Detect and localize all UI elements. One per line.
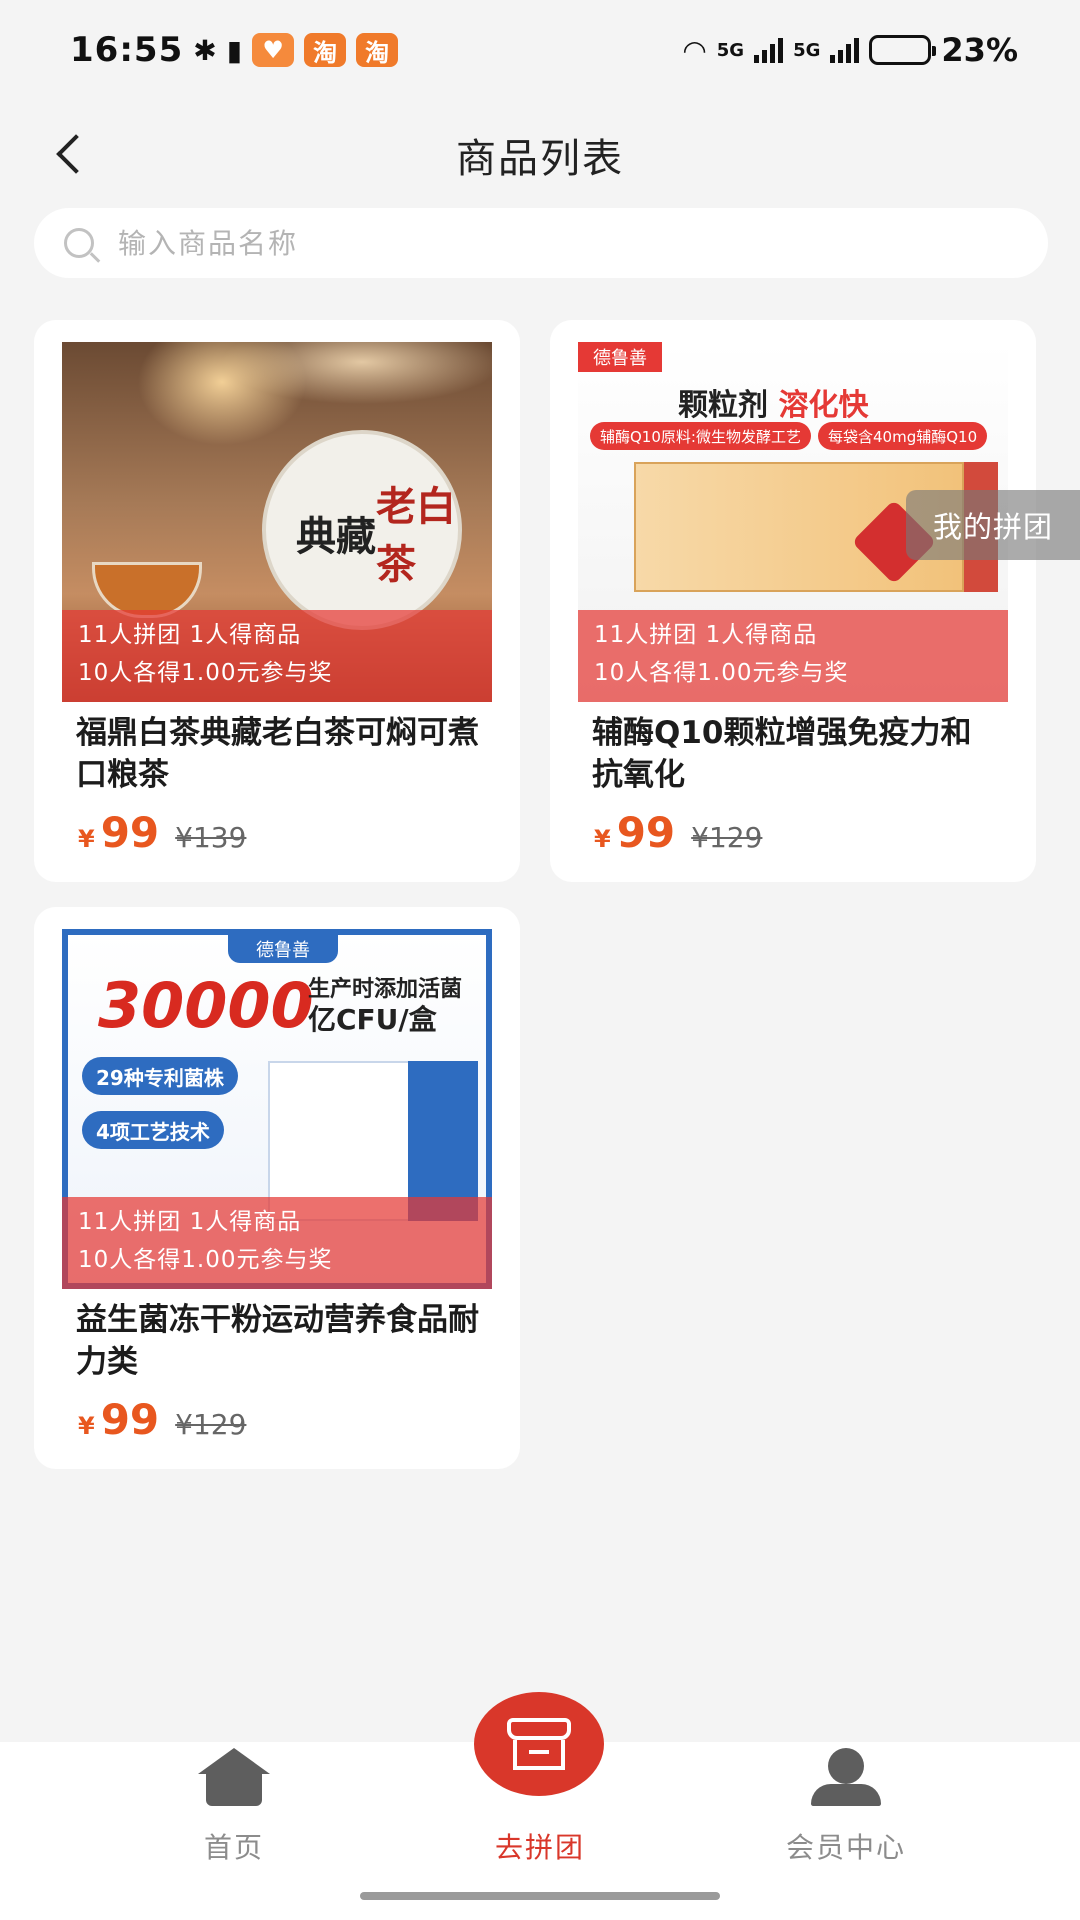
battery-percent: 23% — [941, 31, 1018, 69]
tab-member[interactable]: 会员中心 — [726, 1742, 966, 1892]
product-image: 典藏 老白茶 11人拼团 1人得商品 10人各得1.00元参与奖 — [62, 342, 492, 702]
home-indicator[interactable] — [360, 1892, 720, 1900]
search-bar[interactable] — [34, 208, 1048, 278]
price-row: ¥ 99 ¥129 — [62, 1395, 492, 1444]
art-pill: 辅酶Q10原料:微生物发酵工艺 — [590, 422, 811, 450]
price-row: ¥ 99 ¥129 — [578, 808, 1008, 857]
promo-line: 11人拼团 1人得商品 — [78, 1209, 302, 1235]
signal-icon — [754, 37, 784, 63]
store-icon — [507, 1718, 571, 1770]
battery-icon — [869, 35, 937, 65]
status-time: 16:55 — [70, 30, 184, 70]
chevron-left-icon — [56, 134, 96, 174]
art-text: 30000 — [98, 969, 314, 1042]
group-price: 99 — [100, 808, 160, 857]
vibrate-icon: ▮ — [226, 33, 243, 67]
group-fab-button[interactable] — [474, 1692, 604, 1796]
product-title: 福鼎白茶典藏老白茶可焖可煮口粮茶 — [76, 715, 479, 793]
art-text-block: 生产时添加活菌 亿CFU/盒 — [308, 975, 462, 1035]
notification-app-icon: ♥ — [252, 33, 295, 67]
art-text: 亿CFU/盒 — [308, 1003, 437, 1036]
user-icon — [811, 1748, 881, 1806]
product-card[interactable]: 典藏 老白茶 11人拼团 1人得商品 10人各得1.00元参与奖 福鼎白茶典藏老… — [34, 320, 520, 882]
taobao-icon-2: 淘 — [356, 33, 399, 67]
bluetooth-icon: ✱ — [193, 33, 217, 67]
search-input[interactable] — [118, 226, 978, 260]
promo-overlay: 11人拼团 1人得商品 10人各得1.00元参与奖 — [578, 610, 1008, 702]
tab-label: 去拼团 — [494, 1831, 585, 1864]
product-card[interactable]: 德鲁善 30000 生产时添加活菌 亿CFU/盒 29种专利菌株 4项工艺技术 … — [34, 907, 520, 1469]
tea-cake-image: 典藏 老白茶 — [262, 430, 462, 630]
original-price: ¥129 — [175, 1408, 247, 1441]
currency-symbol: ¥ — [78, 1412, 95, 1440]
promo-line: 10人各得1.00元参与奖 — [78, 660, 333, 686]
product-image: 德鲁善 30000 生产时添加活菌 亿CFU/盒 29种专利菌株 4项工艺技术 … — [62, 929, 492, 1289]
art-text: 颗粒剂 — [678, 388, 768, 423]
price-row: ¥ 99 ¥139 — [62, 808, 492, 857]
original-price: ¥129 — [691, 821, 763, 854]
page-title: 商品列表 — [456, 136, 624, 182]
product-card[interactable]: 德鲁善 颗粒剂 溶化快 辅酶Q10原料:微生物发酵工艺 每袋含40mg辅酶Q10… — [550, 320, 1036, 882]
brand-logo: 德鲁善 — [228, 935, 338, 963]
currency-symbol: ¥ — [78, 825, 95, 853]
nav-bar: 商品列表 — [0, 100, 1080, 210]
group-price: 99 — [100, 1395, 160, 1444]
art-text: 溶化快 — [778, 388, 869, 423]
group-price: 99 — [616, 808, 676, 857]
currency-symbol: ¥ — [594, 825, 611, 853]
promo-line: 11人拼团 1人得商品 — [78, 622, 302, 648]
promo-overlay: 11人拼团 1人得商品 10人各得1.00元参与奖 — [62, 1197, 492, 1289]
back-button[interactable] — [40, 124, 100, 184]
promo-overlay: 11人拼团 1人得商品 10人各得1.00元参与奖 — [62, 610, 492, 702]
promo-line: 10人各得1.00元参与奖 — [78, 1247, 333, 1273]
tab-label: 首页 — [203, 1831, 264, 1864]
status-bar: 16:55 ✱ ▮ ♥ 淘 淘 ◠ 5G 5G 23% — [0, 0, 1080, 100]
status-right: ◠ 5G 5G 23% — [682, 31, 1018, 69]
art-tag: 4项工艺技术 — [82, 1111, 224, 1149]
wifi-icon: ◠ — [682, 33, 707, 67]
home-icon — [198, 1748, 270, 1806]
art-tag: 29种专利菌株 — [82, 1057, 238, 1095]
network-label-1: 5G — [716, 39, 745, 61]
tab-label: 会员中心 — [785, 1831, 906, 1864]
my-group-button[interactable]: 我的拼团 — [906, 490, 1080, 560]
promo-line: 10人各得1.00元参与奖 — [594, 660, 849, 686]
search-icon — [64, 228, 94, 258]
art-pill: 每袋含40mg辅酶Q10 — [818, 422, 988, 450]
product-title: 辅酶Q10颗粒增强免疫力和抗氧化 — [592, 715, 972, 793]
tab-home[interactable]: 首页 — [114, 1742, 354, 1892]
art-text: 典藏 — [296, 514, 376, 560]
original-price: ¥139 — [175, 821, 247, 854]
art-headline: 颗粒剂 溶化快 — [678, 380, 868, 424]
status-left: 16:55 ✱ ▮ ♥ 淘 淘 — [70, 30, 399, 70]
taobao-icon: 淘 — [304, 33, 347, 67]
art-text: 生产时添加活菌 — [308, 977, 463, 1002]
promo-line: 11人拼团 1人得商品 — [594, 622, 818, 648]
art-text: 老白茶 — [376, 484, 456, 588]
signal-icon-2 — [830, 37, 860, 63]
product-title: 益生菌冻干粉运动营养食品耐力类 — [76, 1302, 479, 1380]
network-label-2: 5G — [793, 39, 821, 61]
brand-logo: 德鲁善 — [578, 342, 662, 372]
